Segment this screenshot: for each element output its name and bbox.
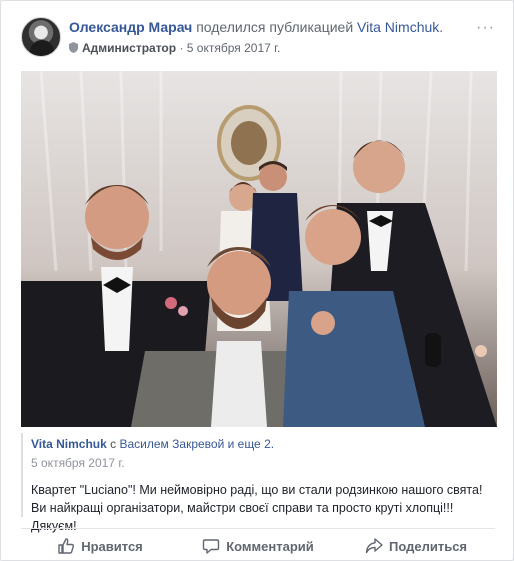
comment-label: Комментарий [226, 538, 314, 554]
post-title-line: Олександр Марач поделился публикацией Vi… [69, 19, 443, 35]
like-button[interactable]: Нравится [21, 532, 179, 560]
tagged-people-link[interactable]: Василем Закревой и еще 2. [120, 437, 275, 451]
share-icon [365, 538, 383, 554]
with-label: с [110, 437, 117, 451]
shield-icon [69, 42, 78, 53]
shared-page-link[interactable]: Vita Nimchuk [357, 19, 439, 35]
actions-divider [21, 528, 495, 529]
share-label: Поделиться [388, 538, 468, 554]
shared-post-meta: Vita Nimchuk с Василем Закревой и еще 2. [31, 437, 274, 451]
shared-label: поделился публикацией [196, 19, 354, 35]
shared-post-date[interactable]: 5 октября 2017 г. [31, 456, 125, 470]
post-card: Олександр Марач поделился публикацией Vi… [0, 0, 514, 561]
comment-button[interactable]: Комментарий [179, 532, 337, 560]
shared-quote-bar [21, 433, 23, 517]
meta-separator: · [179, 41, 184, 55]
author-avatar[interactable] [21, 17, 61, 57]
post-text: Квартет "Luciano"! Ми неймовірно раді, щ… [31, 483, 483, 533]
like-icon [58, 538, 75, 554]
group-photo-illustration [21, 71, 497, 427]
post-date-link[interactable]: 5 октября 2017 г. [187, 41, 281, 55]
post-actions-bar: Нравится Комментарий Поделиться [21, 532, 495, 560]
like-label: Нравится [81, 538, 143, 554]
post-options-icon[interactable]: ··· [476, 19, 495, 37]
post-photo[interactable] [21, 71, 497, 427]
title-period: . [439, 19, 444, 35]
author-role: Администратор [82, 41, 177, 55]
shared-author-link[interactable]: Vita Nimchuk [31, 437, 107, 451]
comment-icon [203, 539, 220, 554]
post-header: Олександр Марач поделился публикацией Vi… [21, 15, 499, 61]
author-name-link[interactable]: Олександр Марач [69, 19, 192, 35]
share-button[interactable]: Поделиться [337, 532, 495, 560]
post-meta-line: Администратор · 5 октября 2017 г. [69, 41, 280, 55]
